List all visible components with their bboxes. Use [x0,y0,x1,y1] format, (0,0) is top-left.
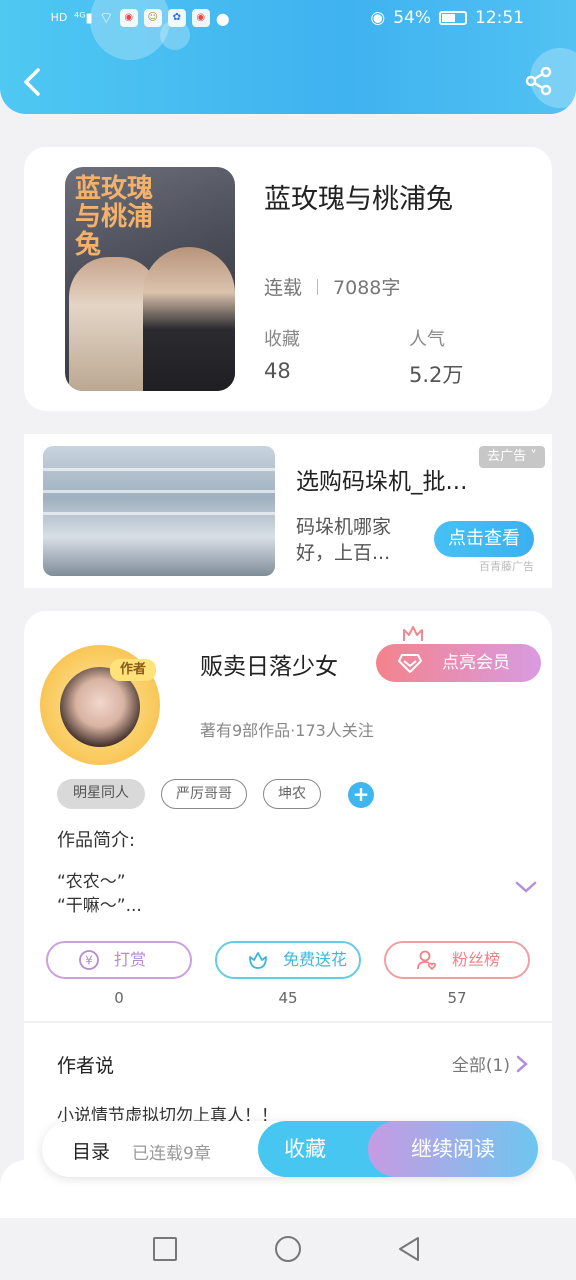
popularity-count: 5.2万 [409,363,464,387]
user-heart-icon [417,950,437,971]
send-flower-button[interactable]: 免费送花 [215,941,361,979]
author-avatar[interactable]: 作者 [40,645,160,765]
ad-image-detail [43,468,275,471]
author-badge: 作者 [110,659,156,681]
hd-icon: HD [50,11,68,24]
tag-chip[interactable]: 明星同人 [57,779,145,809]
fans-count: 57 [447,989,467,1007]
weibo-icon: ◉ [191,9,210,27]
author-says-all-label: 全部(1) [451,1056,510,1076]
system-back-button[interactable] [396,1235,422,1263]
app-icon: ☺ [143,9,162,27]
chevron-left-icon [24,68,40,96]
crown-icon [403,626,423,641]
chat-icon: ● [215,8,230,28]
4g-signal-icon: ⁴ᴳ▮ [74,10,93,26]
serial-status: 连载 [264,277,303,299]
ad-image-detail [43,512,275,515]
svg-text:¥: ¥ [85,954,93,968]
add-tag-button[interactable]: + [348,782,374,808]
popularity-label: 人气 [409,329,445,350]
ad-view-button[interactable]: 点击查看 [434,521,534,557]
vip-button-label: 点亮会员 [442,653,510,673]
ad-banner[interactable]: 选购码垛机_批... 码垛机哪家 好，上百... 点击查看 去广告 ˅ 百青藤广… [24,434,552,588]
book-cover[interactable]: 蓝玫瑰与桃浦兔 [65,167,235,391]
chevron-down-icon [515,881,537,893]
chapter-count: 已连载9章 [132,1144,211,1164]
toc-button[interactable]: 目录 [72,1137,110,1164]
flower-count: 45 [278,989,298,1007]
back-button[interactable] [18,62,48,102]
tip-label: 打赏 [114,950,147,969]
fans-label: 粉丝榜 [452,950,501,969]
flower-label: 免费送花 [283,950,348,969]
eye-icon: ◉ [370,8,386,28]
word-count: 7088字 [333,277,401,299]
book-title: 蓝玫瑰与桃浦兔 [264,184,453,215]
tip-count: 0 [114,989,124,1007]
author-says-title: 作者说 [57,1055,115,1077]
wifi-icon: ⌔ [98,8,114,27]
collect-label: 收藏 [284,1137,326,1161]
divider [317,278,319,295]
favorites-count: 48 [264,359,291,383]
cover-title-art: 蓝玫瑰与桃浦兔 [75,174,154,260]
diamond-icon [398,654,422,673]
continue-reading-button[interactable]: 继续阅读 [368,1121,538,1177]
recent-apps-button[interactable] [153,1237,177,1261]
ad-title[interactable]: 选购码垛机_批... [296,462,467,496]
header-bar: HD ⁴ᴳ▮ ⌔ ◉ ☺ ✿ ◉ ● ◉ 54% 12:51 [0,0,576,114]
intro-label: 作品简介: [57,830,136,851]
ad-image-detail [43,490,275,493]
tag-chip[interactable]: 严厉哥哥 [161,779,247,809]
author-says-all-link[interactable]: 全部(1) [452,1051,528,1076]
remove-ad-label: 去广告 [487,449,527,464]
status-right: ◉ 54% 12:51 [370,8,524,28]
cover-figure-right [143,247,235,391]
share-icon [525,66,552,96]
ad-desc-line: 码垛机哪家 [296,516,392,538]
vip-button[interactable]: 点亮会员 [376,644,541,682]
battery-percent: 54% [393,8,431,28]
ad-source: 百青藤广告 [479,560,534,573]
bottom-action-bar: 目录 已连载9章 收藏 继续阅读 [42,1121,538,1177]
tip-button[interactable]: ¥ 打赏 [46,941,192,979]
home-button[interactable] [275,1236,301,1262]
chevron-right-icon [516,1055,528,1072]
tag-chip[interactable]: 坤农 [263,779,321,809]
section-divider [24,1021,552,1023]
fan-ranking-button[interactable]: 粉丝榜 [384,941,530,979]
status-bar: HD ⁴ᴳ▮ ⌔ ◉ ☺ ✿ ◉ ● ◉ 54% 12:51 [0,8,576,32]
author-name[interactable]: 贩卖日落少女 [200,647,338,681]
baidu-icon: ✿ [167,9,186,27]
clock: 12:51 [475,8,524,28]
share-button[interactable] [524,66,554,96]
ad-description: 码垛机哪家 好，上百... [296,514,416,566]
favorites-label: 收藏 [264,329,300,350]
battery-icon [439,11,467,25]
yen-coin-icon: ¥ [79,950,99,970]
flower-icon [249,952,267,969]
intro-text: “农农～” [57,872,126,892]
ad-desc-line: 好，上百... [296,542,391,564]
remove-ad-button[interactable]: 去广告 ˅ [479,446,545,468]
author-card: 作者 贩卖日落少女 点亮会员 著有9部作品·173人关注 明星同人 严厉哥哥 坤… [24,611,552,1171]
status-icons: HD ⁴ᴳ▮ ⌔ ◉ ☺ ✿ ◉ ● [50,8,230,28]
intro-text: “干嘛～”... [57,896,142,916]
triangle-back-icon [399,1237,419,1261]
book-status-row: 连载 7088字 [264,273,400,300]
ad-image[interactable] [43,446,275,576]
weibo-icon: ◉ [119,9,138,27]
system-nav-bar [0,1218,576,1280]
book-info-card: 蓝玫瑰与桃浦兔 蓝玫瑰与桃浦兔 连载 7088字 收藏 48 人气 5.2万 [24,147,552,411]
author-stats: 著有9部作品·173人关注 [200,721,374,740]
expand-intro-button[interactable] [514,877,538,897]
